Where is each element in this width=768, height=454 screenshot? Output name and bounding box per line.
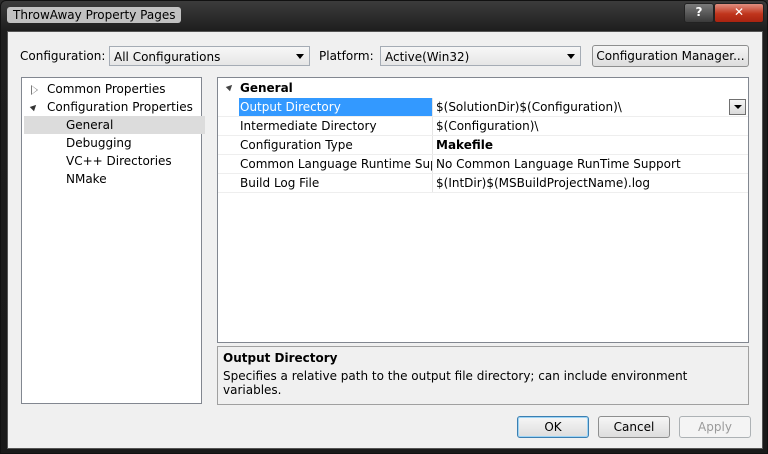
close-icon: ✕ [733, 5, 745, 19]
description-title: Output Directory [223, 351, 338, 365]
property-value[interactable]: $(IntDir)$(MSBuildProjectName).log [436, 176, 650, 190]
value-dropdown-button[interactable] [729, 99, 746, 115]
dialog-client-area: Configuration: All Configurations Platfo… [7, 31, 763, 449]
property-name: Common Language Runtime Suppo [240, 157, 432, 171]
property-row-build-log-file[interactable]: Build Log File $(IntDir)$(MSBuildProject… [218, 174, 748, 193]
property-name: Build Log File [240, 176, 320, 190]
apply-button[interactable]: Apply [679, 416, 751, 438]
column-divider [432, 98, 433, 116]
property-pages-window: ThrowAway Property Pages ? ✕ Configurati… [0, 0, 768, 454]
tree-item-nmake[interactable]: NMake [22, 170, 201, 188]
configuration-manager-button[interactable]: Configuration Manager... [592, 45, 749, 67]
description-text: Specifies a relative path to the output … [223, 369, 688, 397]
property-value[interactable]: Makefile [436, 138, 493, 152]
tree-item-configuration-properties[interactable]: Configuration Properties [22, 98, 201, 116]
tree-item-label: Configuration Properties [47, 100, 193, 114]
collapse-arrow-icon[interactable] [225, 82, 235, 92]
cancel-button[interactable]: Cancel [598, 416, 670, 438]
window-title: ThrowAway Property Pages [7, 7, 182, 23]
tree-item-vc-directories[interactable]: VC++ Directories [22, 152, 201, 170]
tree-item-label: Debugging [66, 136, 132, 150]
category-row-general[interactable]: General [218, 79, 748, 98]
platform-value: Active(Win32) [385, 50, 470, 64]
property-tree: Common Properties Configuration Properti… [21, 77, 205, 404]
property-row-output-directory[interactable]: Output Directory $(SolutionDir)$(Configu… [218, 98, 748, 117]
description-panel: Output Directory Specifies a relative pa… [217, 346, 749, 405]
chevron-down-icon [567, 54, 575, 59]
chevron-down-icon [296, 54, 304, 59]
column-divider [432, 136, 433, 154]
help-button[interactable]: ? [684, 3, 714, 23]
category-label: General [240, 81, 293, 95]
ok-button[interactable]: OK [517, 416, 589, 438]
tree-item-general[interactable]: General [24, 116, 205, 134]
property-grid: General Output Directory $(SolutionDir)$… [217, 77, 749, 343]
property-row-clr-support[interactable]: Common Language Runtime Suppo No Common … [218, 155, 748, 174]
configuration-label: Configuration: [20, 49, 106, 63]
platform-dropdown[interactable]: Active(Win32) [380, 46, 581, 66]
collapse-arrow-icon[interactable] [29, 102, 39, 112]
tree-item-label: VC++ Directories [66, 154, 172, 168]
close-button[interactable]: ✕ [714, 3, 764, 23]
title-bar[interactable]: ThrowAway Property Pages ? ✕ [1, 1, 767, 31]
tree-item-label: General [66, 118, 114, 132]
property-name: Configuration Type [240, 138, 353, 152]
configuration-value: All Configurations [114, 50, 221, 64]
property-name: Intermediate Directory [240, 119, 377, 133]
chevron-down-icon [734, 105, 742, 109]
property-name: Output Directory [240, 100, 341, 114]
property-row-configuration-type[interactable]: Configuration Type Makefile [218, 136, 748, 155]
column-divider [432, 174, 433, 192]
property-row-intermediate-directory[interactable]: Intermediate Directory $(Configuration)\ [218, 117, 748, 136]
tree-item-label: NMake [66, 172, 107, 186]
column-divider [432, 155, 433, 173]
property-value[interactable]: No Common Language RunTime Support [436, 157, 681, 171]
property-value[interactable]: $(SolutionDir)$(Configuration)\ [436, 100, 622, 114]
tree-item-debugging[interactable]: Debugging [22, 134, 201, 152]
tree-item-common-properties[interactable]: Common Properties [22, 80, 201, 98]
help-icon: ? [695, 5, 703, 19]
column-divider [432, 117, 433, 135]
expand-arrow-fill [32, 86, 37, 94]
property-value[interactable]: $(Configuration)\ [436, 119, 538, 133]
tree-item-label: Common Properties [47, 82, 166, 96]
platform-label: Platform: [319, 49, 374, 63]
configuration-dropdown[interactable]: All Configurations [109, 46, 310, 66]
